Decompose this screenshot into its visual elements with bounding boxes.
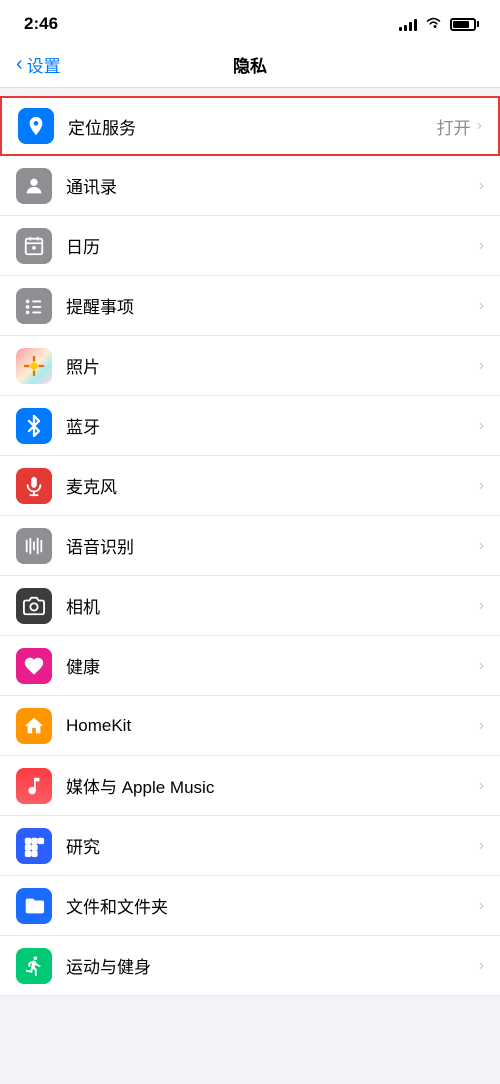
speech-icon (16, 528, 52, 564)
fitness-icon (16, 948, 52, 984)
item-label-bluetooth: 蓝牙 (66, 413, 479, 438)
battery-icon (450, 18, 476, 31)
item-label-contacts: 通讯录 (66, 173, 479, 198)
research-icon (16, 828, 52, 864)
item-label-photos: 照片 (66, 353, 479, 378)
back-label: 设置 (27, 52, 61, 77)
item-label-calendar: 日历 (66, 233, 479, 258)
item-label-files: 文件和文件夹 (66, 893, 479, 918)
chevron-icon: › (479, 777, 484, 795)
list-item-files[interactable]: 文件和文件夹 › (0, 876, 500, 936)
list-item-contacts[interactable]: 通讯录 › (0, 156, 500, 216)
chevron-icon: › (479, 357, 484, 375)
contacts-icon (16, 168, 52, 204)
status-bar: 2:46 (0, 0, 500, 42)
list-item-photos[interactable]: 照片 › (0, 336, 500, 396)
chevron-icon: › (479, 297, 484, 315)
footer-text (0, 996, 500, 1020)
chevron-icon: › (479, 477, 484, 495)
chevron-icon: › (479, 537, 484, 555)
list-item-calendar[interactable]: 日历 › (0, 216, 500, 276)
back-chevron-icon: ‹ (16, 54, 23, 74)
photos-icon (16, 348, 52, 384)
chevron-icon: › (479, 837, 484, 855)
chevron-icon: › (479, 237, 484, 255)
chevron-icon: › (479, 897, 484, 915)
item-label-health: 健康 (66, 653, 479, 678)
health-icon (16, 648, 52, 684)
status-icons (399, 16, 476, 32)
homekit-icon (16, 708, 52, 744)
location-icon (18, 108, 54, 144)
music-icon (16, 768, 52, 804)
list-item-media[interactable]: 媒体与 Apple Music › (0, 756, 500, 816)
calendar-icon (16, 228, 52, 264)
list-item-speech[interactable]: 语音识别 › (0, 516, 500, 576)
chevron-icon: › (479, 717, 484, 735)
list-item-research[interactable]: 研究 › (0, 816, 500, 876)
list-item-homekit[interactable]: HomeKit › (0, 696, 500, 756)
wifi-icon (425, 16, 442, 32)
list-item-camera[interactable]: 相机 › (0, 576, 500, 636)
settings-list: 定位服务 打开 › 通讯录 › 日历 › 提醒事项 › (0, 96, 500, 996)
item-label-research: 研究 (66, 833, 479, 858)
nav-bar: ‹ 设置 隐私 (0, 42, 500, 88)
list-item-microphone[interactable]: 麦克风 › (0, 456, 500, 516)
reminders-icon (16, 288, 52, 324)
signal-icon (399, 17, 417, 31)
list-item-fitness[interactable]: 运动与健身 › (0, 936, 500, 996)
chevron-icon: › (479, 597, 484, 615)
item-label-location: 定位服务 (68, 114, 437, 139)
microphone-icon (16, 468, 52, 504)
chevron-icon: › (479, 417, 484, 435)
chevron-icon: › (477, 117, 482, 135)
item-label-camera: 相机 (66, 593, 479, 618)
chevron-icon: › (479, 657, 484, 675)
item-label-homekit: HomeKit (66, 716, 479, 736)
page-title: 隐私 (233, 52, 267, 77)
status-time: 2:46 (24, 14, 58, 34)
item-label-microphone: 麦克风 (66, 473, 479, 498)
camera-icon (16, 588, 52, 624)
list-item-health[interactable]: 健康 › (0, 636, 500, 696)
list-item-reminders[interactable]: 提醒事项 › (0, 276, 500, 336)
bluetooth-icon (16, 408, 52, 444)
back-button[interactable]: ‹ 设置 (16, 52, 61, 77)
chevron-icon: › (479, 957, 484, 975)
item-label-speech: 语音识别 (66, 533, 479, 558)
list-item-bluetooth[interactable]: 蓝牙 › (0, 396, 500, 456)
list-item-location[interactable]: 定位服务 打开 › (0, 96, 500, 156)
item-label-reminders: 提醒事项 (66, 293, 479, 318)
item-label-fitness: 运动与健身 (66, 953, 479, 978)
chevron-icon: › (479, 177, 484, 195)
item-value-location: 打开 (437, 114, 471, 139)
item-label-media: 媒体与 Apple Music (66, 773, 479, 798)
files-icon (16, 888, 52, 924)
